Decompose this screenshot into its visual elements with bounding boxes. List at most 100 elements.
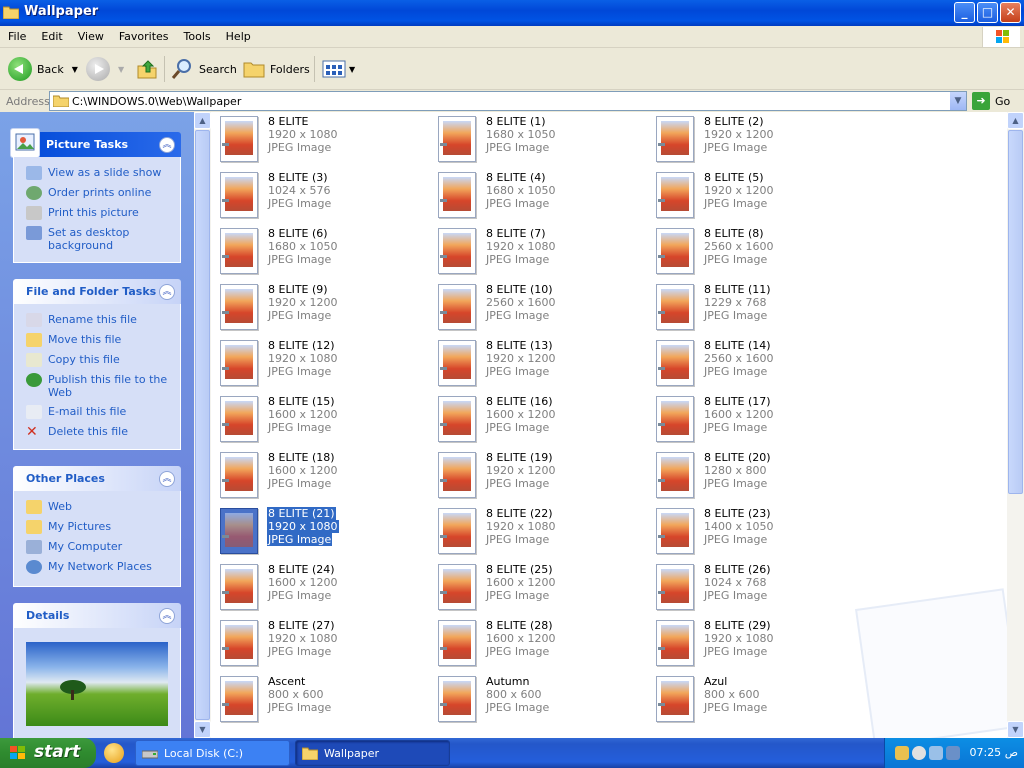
- image-thumbnail[interactable]: [220, 564, 258, 610]
- other-places-header[interactable]: Other Places ︽: [13, 466, 181, 491]
- collapse-chevron-icon[interactable]: ︽: [159, 284, 175, 300]
- title-bar[interactable]: Wallpaper _ □ ✕: [0, 0, 1024, 26]
- folders-button[interactable]: Folders: [243, 55, 310, 83]
- image-thumbnail[interactable]: [656, 228, 694, 274]
- file-item[interactable]: 8 ELITE (28) 1600 x 1200 JPEG Image: [434, 618, 634, 668]
- vertical-scrollbar[interactable]: ▲ ▼: [1007, 112, 1024, 738]
- menu-tools[interactable]: Tools: [176, 26, 218, 43]
- file-item[interactable]: Autumn 800 x 600 JPEG Image: [434, 674, 634, 724]
- task-email-file[interactable]: E-mail this file: [14, 402, 180, 422]
- file-folder-tasks-header[interactable]: File and Folder Tasks ︽: [13, 279, 181, 304]
- task-rename-file[interactable]: Rename this file: [14, 310, 180, 330]
- file-item[interactable]: 8 ELITE (27) 1920 x 1080 JPEG Image: [216, 618, 416, 668]
- file-item[interactable]: 8 ELITE (13) 1920 x 1200 JPEG Image: [434, 338, 634, 388]
- scroll-down-icon[interactable]: ▼: [194, 721, 211, 738]
- image-thumbnail[interactable]: [220, 452, 258, 498]
- file-item[interactable]: 8 ELITE (7) 1920 x 1080 JPEG Image: [434, 226, 634, 276]
- image-thumbnail[interactable]: [656, 452, 694, 498]
- place-my-network-places[interactable]: My Network Places: [14, 557, 180, 577]
- file-item[interactable]: 8 ELITE (16) 1600 x 1200 JPEG Image: [434, 394, 634, 444]
- file-item[interactable]: 8 ELITE (19) 1920 x 1200 JPEG Image: [434, 450, 634, 500]
- file-item[interactable]: 8 ELITE (6) 1680 x 1050 JPEG Image: [216, 226, 416, 276]
- taskbar-item-local-disk[interactable]: Local Disk (C:): [135, 740, 290, 766]
- task-set-desktop-background[interactable]: Set as desktop background: [14, 223, 180, 255]
- file-item[interactable]: 8 ELITE (5) 1920 x 1200 JPEG Image: [652, 170, 852, 220]
- clock[interactable]: 07:25 ص: [969, 746, 1018, 759]
- collapse-chevron-icon[interactable]: ︽: [159, 471, 175, 487]
- maximize-button[interactable]: □: [977, 2, 998, 23]
- image-thumbnail[interactable]: [656, 508, 694, 554]
- start-button[interactable]: start: [0, 738, 96, 768]
- close-button[interactable]: ✕: [1000, 2, 1021, 23]
- search-button[interactable]: Search: [171, 55, 237, 83]
- collapse-chevron-icon[interactable]: ︽: [159, 608, 175, 624]
- place-my-computer[interactable]: My Computer: [14, 537, 180, 557]
- file-item[interactable]: Azul 800 x 600 JPEG Image: [652, 674, 852, 724]
- details-header[interactable]: Details ︽: [13, 603, 181, 628]
- file-item[interactable]: 8 ELITE (3) 1024 x 576 JPEG Image: [216, 170, 416, 220]
- tray-volume-icon[interactable]: [946, 746, 960, 760]
- file-item[interactable]: 8 ELITE (20) 1280 x 800 JPEG Image: [652, 450, 852, 500]
- image-thumbnail[interactable]: [220, 228, 258, 274]
- scroll-up-icon[interactable]: ▲: [194, 112, 211, 129]
- tray-network-icon[interactable]: [929, 746, 943, 760]
- file-item[interactable]: 8 ELITE (9) 1920 x 1200 JPEG Image: [216, 282, 416, 332]
- task-publish-web[interactable]: Publish this file to the Web: [14, 370, 180, 402]
- image-thumbnail[interactable]: [438, 564, 476, 610]
- image-thumbnail[interactable]: [438, 172, 476, 218]
- chevron-down-icon[interactable]: ▼: [349, 65, 355, 74]
- scroll-thumb[interactable]: [1008, 130, 1023, 494]
- scroll-thumb[interactable]: [195, 130, 210, 720]
- quicklaunch-smiley-icon[interactable]: [104, 743, 124, 763]
- menu-file[interactable]: File: [0, 26, 33, 43]
- task-print-picture[interactable]: Print this picture: [14, 203, 180, 223]
- file-item[interactable]: 8 ELITE (10) 2560 x 1600 JPEG Image: [434, 282, 634, 332]
- file-item[interactable]: 8 ELITE (4) 1680 x 1050 JPEG Image: [434, 170, 634, 220]
- tray-status-icon[interactable]: [912, 746, 926, 760]
- file-item[interactable]: 8 ELITE (15) 1600 x 1200 JPEG Image: [216, 394, 416, 444]
- file-item[interactable]: 8 ELITE (2) 1920 x 1200 JPEG Image: [652, 114, 852, 164]
- image-thumbnail[interactable]: [438, 116, 476, 162]
- image-thumbnail[interactable]: [220, 172, 258, 218]
- place-web[interactable]: Web: [14, 497, 180, 517]
- menu-view[interactable]: View: [70, 26, 111, 43]
- image-thumbnail[interactable]: [656, 284, 694, 330]
- picture-tasks-header[interactable]: Picture Tasks ︽: [10, 128, 181, 158]
- image-thumbnail[interactable]: [220, 396, 258, 442]
- menu-edit[interactable]: Edit: [33, 26, 69, 43]
- taskbar-item-wallpaper[interactable]: Wallpaper: [295, 740, 450, 766]
- menu-help[interactable]: Help: [218, 26, 258, 43]
- task-view-slideshow[interactable]: View as a slide show: [14, 163, 180, 183]
- image-thumbnail[interactable]: [438, 228, 476, 274]
- image-thumbnail[interactable]: [656, 340, 694, 386]
- image-thumbnail[interactable]: [656, 116, 694, 162]
- minimize-button[interactable]: _: [954, 2, 975, 23]
- image-thumbnail[interactable]: [438, 676, 476, 722]
- file-item[interactable]: 8 ELITE (25) 1600 x 1200 JPEG Image: [434, 562, 634, 612]
- image-thumbnail[interactable]: [438, 620, 476, 666]
- file-item[interactable]: 8 ELITE (21) 1920 x 1080 JPEG Image: [216, 506, 416, 556]
- image-thumbnail[interactable]: [220, 620, 258, 666]
- file-item[interactable]: 8 ELITE (26) 1024 x 768 JPEG Image: [652, 562, 852, 612]
- address-input[interactable]: C:\WINDOWS.0\Web\Wallpaper ▼: [49, 91, 967, 111]
- file-item[interactable]: 8 ELITE 1920 x 1080 JPEG Image: [216, 114, 416, 164]
- image-thumbnail[interactable]: [438, 340, 476, 386]
- scroll-down-icon[interactable]: ▼: [1007, 721, 1024, 738]
- image-thumbnail[interactable]: [438, 508, 476, 554]
- back-button[interactable]: Back ▼: [8, 55, 78, 83]
- place-my-pictures[interactable]: My Pictures: [14, 517, 180, 537]
- file-item[interactable]: 8 ELITE (11) 1229 x 768 JPEG Image: [652, 282, 852, 332]
- image-thumbnail[interactable]: [656, 676, 694, 722]
- file-item[interactable]: 8 ELITE (18) 1600 x 1200 JPEG Image: [216, 450, 416, 500]
- go-button[interactable]: ➜ Go: [972, 92, 1010, 110]
- image-thumbnail[interactable]: [220, 508, 258, 554]
- image-thumbnail[interactable]: [438, 396, 476, 442]
- file-item[interactable]: 8 ELITE (24) 1600 x 1200 JPEG Image: [216, 562, 416, 612]
- image-thumbnail[interactable]: [656, 172, 694, 218]
- forward-button[interactable]: ▼: [86, 55, 124, 83]
- image-thumbnail[interactable]: [438, 284, 476, 330]
- image-thumbnail[interactable]: [220, 340, 258, 386]
- image-thumbnail[interactable]: [656, 396, 694, 442]
- file-item[interactable]: 8 ELITE (22) 1920 x 1080 JPEG Image: [434, 506, 634, 556]
- image-thumbnail[interactable]: [220, 676, 258, 722]
